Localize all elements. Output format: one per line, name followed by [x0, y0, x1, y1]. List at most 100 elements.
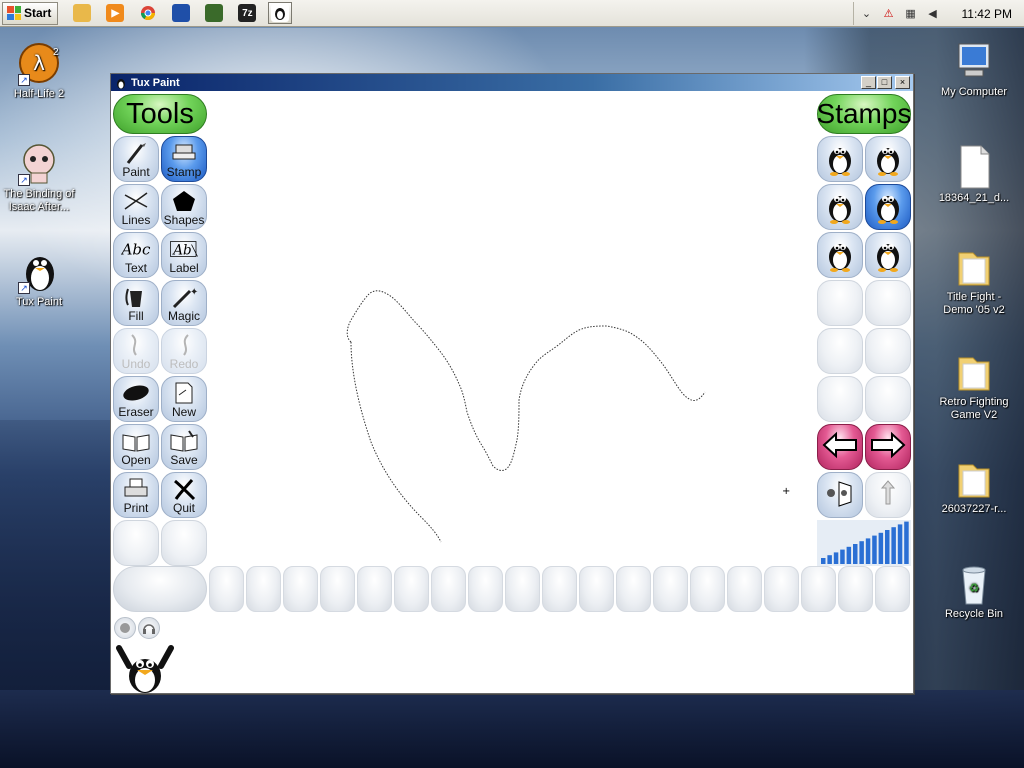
- desktop-icon-file[interactable]: 18364_21_d...: [932, 144, 1016, 205]
- stamps-prev-button[interactable]: [817, 424, 863, 470]
- tool-text-button[interactable]: Abc Text: [113, 232, 159, 278]
- svg-text:λ: λ: [33, 51, 45, 75]
- color-swatch[interactable]: [801, 566, 836, 612]
- flip-icon: [871, 478, 905, 513]
- tool-label: Fill: [128, 309, 144, 323]
- stamps-next-button[interactable]: [865, 424, 911, 470]
- color-palette: [113, 566, 913, 614]
- color-swatch[interactable]: [209, 566, 244, 612]
- color-swatch[interactable]: [246, 566, 281, 612]
- stamp-item[interactable]: [865, 136, 911, 182]
- paint-bucket-icon: [121, 284, 151, 310]
- tool-quit-button[interactable]: Quit: [161, 472, 207, 518]
- clock[interactable]: 11:42 PM: [962, 7, 1012, 21]
- printer-icon: [121, 476, 151, 502]
- svg-text:+: +: [782, 486, 790, 497]
- quick-launch-app-blue[interactable]: [169, 2, 193, 24]
- start-button[interactable]: Start: [2, 1, 59, 25]
- color-swatch[interactable]: [653, 566, 688, 612]
- stamp-item[interactable]: [865, 184, 911, 230]
- stamp-item[interactable]: [865, 232, 911, 278]
- color-swatch[interactable]: [394, 566, 429, 612]
- window-title: Tux Paint: [131, 76, 180, 89]
- tool-open-button[interactable]: Open: [113, 424, 159, 470]
- quick-launch-folder[interactable]: [70, 2, 94, 24]
- stamp-size-slider[interactable]: [817, 520, 911, 566]
- text-abc-icon: Abc: [121, 236, 151, 262]
- desktop-icon-half-life-2[interactable]: λ2 ↗ Half-Life 2: [0, 40, 81, 101]
- color-swatch[interactable]: [505, 566, 540, 612]
- color-swatch[interactable]: [616, 566, 651, 612]
- undo-icon: [121, 332, 151, 358]
- globe-icon: [205, 4, 224, 22]
- volume-icon[interactable]: ◀: [926, 7, 940, 21]
- color-swatch[interactable]: [727, 566, 762, 612]
- quick-launch-globe[interactable]: [202, 2, 226, 24]
- tool-paint-button[interactable]: Paint: [113, 136, 159, 182]
- 7zip-icon: 7z: [238, 4, 257, 22]
- desktop-icon-retro-fighting[interactable]: Retro Fighting Game V2: [932, 348, 1016, 422]
- quick-launch-media-player[interactable]: ▶: [103, 2, 127, 24]
- svg-text:✦: ✦: [190, 287, 198, 298]
- color-swatch[interactable]: [875, 566, 910, 612]
- tool-redo-button[interactable]: Redo: [161, 328, 207, 374]
- canvas-drawing: +: [346, 290, 790, 543]
- stamp-flip-button[interactable]: [865, 472, 911, 518]
- folder-icon: [951, 243, 997, 289]
- quick-launch-7zip[interactable]: 7z: [235, 2, 259, 24]
- tool-stamp-button[interactable]: Stamp: [161, 136, 207, 182]
- tool-label: Shapes: [163, 213, 205, 227]
- desktop-icon-tux-paint[interactable]: ↗ Tux Paint: [0, 248, 81, 309]
- desktop-icon-title-fight[interactable]: Title Fight - Demo '05 v2: [932, 243, 1016, 317]
- tool-shapes-button[interactable]: Shapes: [161, 184, 207, 230]
- color-swatch[interactable]: [283, 566, 318, 612]
- tool-label: Label: [169, 261, 199, 275]
- desktop-icon-my-computer[interactable]: My Computer: [932, 38, 1016, 99]
- drawing-canvas[interactable]: +: [209, 92, 815, 566]
- color-swatch[interactable]: [431, 566, 466, 612]
- tool-save-button[interactable]: Save: [161, 424, 207, 470]
- quick-launch-chrome[interactable]: [136, 2, 160, 24]
- color-swatch[interactable]: [690, 566, 725, 612]
- tux-stamp-icon: [868, 233, 908, 278]
- tool-lines-button[interactable]: Lines: [113, 184, 159, 230]
- color-swatch[interactable]: [542, 566, 577, 612]
- tool-fill-button[interactable]: Fill: [113, 280, 159, 326]
- maximize-button[interactable]: □: [877, 76, 892, 89]
- minimize-button[interactable]: _: [861, 76, 876, 89]
- color-swatch[interactable]: [357, 566, 392, 612]
- desktop-icon-binding-of-isaac[interactable]: ↗ The Binding of Isaac After...: [0, 140, 81, 214]
- color-swatch[interactable]: [579, 566, 614, 612]
- chevron-down-icon[interactable]: ⌄: [860, 7, 874, 21]
- window-titlebar[interactable]: Tux Paint: [111, 74, 913, 91]
- close-button[interactable]: ×: [895, 76, 910, 89]
- stamp-item[interactable]: [817, 232, 863, 278]
- network-icon[interactable]: ▦: [904, 7, 918, 21]
- desktop-icon-recycle-bin[interactable]: ♻ Recycle Bin: [932, 560, 1016, 621]
- right-arrow-icon: [868, 430, 908, 465]
- color-swatch[interactable]: [838, 566, 873, 612]
- stamp-mirror-button[interactable]: [817, 472, 863, 518]
- stamp-item[interactable]: [817, 184, 863, 230]
- new-document-icon: [169, 380, 199, 406]
- sound-icon[interactable]: [114, 617, 136, 639]
- tool-label-button[interactable]: Ab Label: [161, 232, 207, 278]
- stamp-item[interactable]: [817, 136, 863, 182]
- tool-eraser-button[interactable]: Eraser: [113, 376, 159, 422]
- color-swatch[interactable]: [764, 566, 799, 612]
- color-swatch[interactable]: [468, 566, 503, 612]
- windows-logo-icon: [7, 6, 21, 20]
- desktop-icon-26037227[interactable]: 26037227-r...: [932, 455, 1016, 516]
- color-swatch[interactable]: [320, 566, 355, 612]
- open-book-icon: [121, 428, 151, 454]
- taskbar: Start ▶ 7z ⌄ ⚠ ▦ ◀ 11:42 PM: [0, 0, 1024, 27]
- color-swatch-current[interactable]: [113, 566, 207, 612]
- tool-label: Print: [123, 501, 149, 515]
- tool-magic-button[interactable]: ✦ Magic: [161, 280, 207, 326]
- tool-print-button[interactable]: Print: [113, 472, 159, 518]
- tool-new-button[interactable]: New: [161, 376, 207, 422]
- security-alert-icon[interactable]: ⚠: [882, 7, 896, 21]
- tool-undo-button[interactable]: Undo: [113, 328, 159, 374]
- headphones-icon[interactable]: [138, 617, 160, 639]
- quick-launch-tux-paint-taskbar[interactable]: [268, 2, 293, 24]
